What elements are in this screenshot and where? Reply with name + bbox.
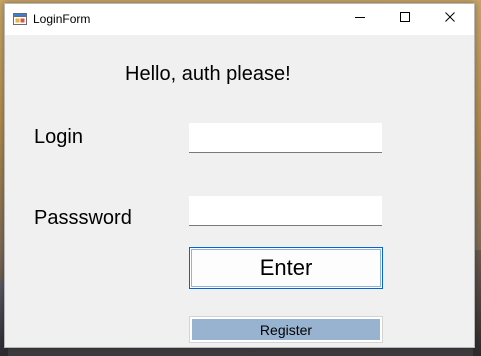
login-input[interactable]	[189, 123, 382, 153]
login-form-window: LoginForm Hello, auth please! Login Pass…	[4, 3, 475, 348]
title-bar[interactable]: LoginForm	[5, 4, 474, 35]
close-icon	[444, 10, 456, 28]
maximize-button[interactable]	[383, 4, 427, 33]
enter-button[interactable]: Enter	[189, 247, 383, 289]
password-label: Passsword	[34, 207, 132, 229]
app-form-icon	[13, 12, 27, 26]
form-heading: Hello, auth please!	[125, 63, 291, 85]
minimize-icon	[354, 10, 366, 28]
register-button[interactable]: Register	[189, 316, 383, 343]
login-label: Login	[34, 126, 83, 148]
minimize-button[interactable]	[338, 4, 382, 33]
maximize-icon	[399, 10, 411, 28]
window-title: LoginForm	[33, 12, 91, 26]
close-button[interactable]	[428, 4, 472, 33]
password-input[interactable]	[189, 196, 382, 226]
